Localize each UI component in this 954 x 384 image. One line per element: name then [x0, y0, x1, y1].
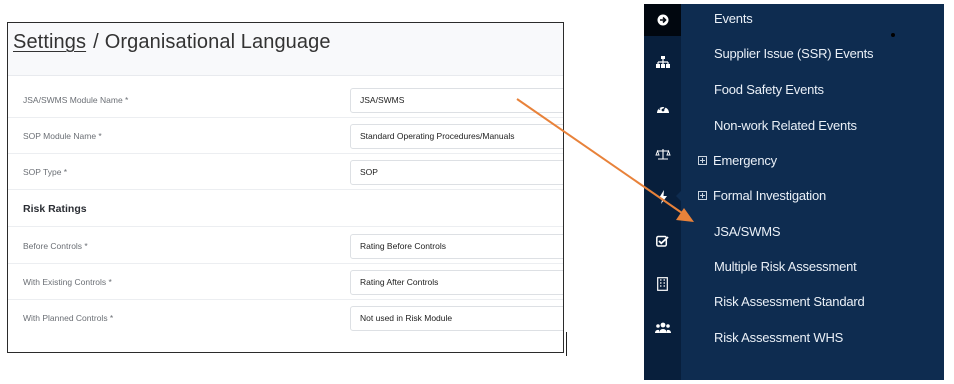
risk-ratings-section: Risk Ratings — [8, 191, 563, 227]
active-menu-caret — [676, 191, 681, 201]
settings-header: Settings / Organisational Language — [8, 23, 563, 76]
form-row-with-existing-controls: With Existing Controls * Rating After Co… — [8, 264, 563, 300]
divider-line — [566, 332, 567, 356]
before-controls-input[interactable]: Rating Before Controls — [350, 234, 563, 259]
sidebar-item-jsa-swms[interactable]: JSA/SWMS — [714, 224, 780, 239]
sidebar-item-events[interactable]: Events — [714, 11, 753, 26]
sidebar-item-label: Formal Investigation — [713, 188, 827, 203]
balance-scale-icon[interactable] — [644, 143, 681, 165]
sitemap-icon[interactable] — [644, 51, 681, 73]
sidebar-item-food-safety-events[interactable]: Food Safety Events — [714, 82, 824, 97]
form-row-jsa-module-name: JSA/SWMS Module Name * JSA/SWMS — [8, 82, 563, 118]
field-label: SOP Module Name * — [23, 131, 102, 141]
field-label: SOP Type * — [23, 167, 68, 177]
sidebar-item-formal-investigation[interactable]: Formal Investigation — [698, 188, 826, 203]
sidebar-item-emergency[interactable]: Emergency — [698, 153, 777, 168]
section-title: Risk Ratings — [23, 203, 87, 215]
form-row-sop-type: SOP Type * SOP — [8, 154, 563, 190]
form-row-before-controls: Before Controls * Rating Before Controls — [8, 228, 563, 264]
expand-plus-icon — [698, 191, 707, 200]
arrow-circle-right-icon[interactable] — [644, 4, 681, 36]
field-label: With Existing Controls * — [23, 277, 112, 287]
sidebar-menu: Events Supplier Issue (SSR) Events Food … — [644, 4, 944, 380]
sidebar-item-supplier-issue-events[interactable]: Supplier Issue (SSR) Events — [714, 46, 874, 61]
form-row-sop-module-name: SOP Module Name * Standard Operating Pro… — [8, 118, 563, 154]
breadcrumb-separator: / — [93, 31, 99, 53]
sop-type-input[interactable]: SOP — [350, 160, 563, 185]
sidebar-icon-column — [644, 4, 681, 380]
field-label: Before Controls * — [23, 241, 88, 251]
field-label: JSA/SWMS Module Name * — [23, 95, 129, 105]
building-icon[interactable] — [644, 273, 681, 295]
with-existing-controls-input[interactable]: Rating After Controls — [350, 270, 563, 295]
dashboard-icon[interactable] — [644, 97, 681, 119]
settings-panel: Settings / Organisational Language JSA/SWM… — [7, 22, 564, 353]
breadcrumb-settings-link[interactable]: Settings — [13, 31, 86, 53]
sidebar-item-risk-assessment-standard[interactable]: Risk Assessment Standard — [714, 294, 865, 309]
sidebar-item-risk-assessment-whs[interactable]: Risk Assessment WHS — [714, 330, 843, 345]
sidebar-item-multiple-risk-assessment[interactable]: Multiple Risk Assessment — [714, 259, 857, 274]
sidebar-item-label: Emergency — [713, 153, 777, 168]
sidebar-item-non-work-related-events[interactable]: Non-work Related Events — [714, 118, 857, 133]
expand-plus-icon — [698, 156, 707, 165]
jsa-module-name-input[interactable]: JSA/SWMS — [350, 88, 563, 113]
check-square-icon[interactable] — [644, 230, 681, 252]
field-label: With Planned Controls * — [23, 313, 114, 323]
users-icon[interactable] — [644, 317, 681, 339]
form-row-with-planned-controls: With Planned Controls * Not used in Risk… — [8, 300, 563, 336]
page-title: Settings / Organisational Language — [13, 31, 563, 54]
page-title-text: Organisational Language — [104, 31, 331, 53]
with-planned-controls-input[interactable]: Not used in Risk Module — [350, 306, 563, 331]
cursor-dot — [891, 33, 895, 37]
sop-module-name-input[interactable]: Standard Operating Procedures/Manuals — [350, 124, 563, 149]
